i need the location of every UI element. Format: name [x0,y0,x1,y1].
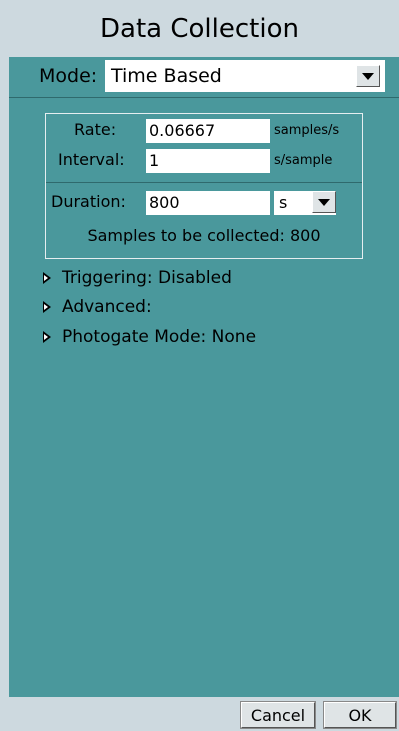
dialog-footer: Cancel OK [0,697,399,731]
panel-divider [46,182,362,183]
photogate-expander[interactable]: Photogate Mode: None [43,327,256,347]
triangle-right-icon [43,272,51,284]
duration-unit-select[interactable]: s [274,191,336,215]
samples-to-collect: Samples to be collected: 800 [87,226,321,245]
interval-unit: s/sample [274,153,333,168]
dialog-title: Data Collection [100,13,299,44]
duration-label: Duration: [51,192,126,211]
chevron-down-icon [318,198,330,206]
triggering-expander[interactable]: Triggering: Disabled [43,268,232,288]
cancel-button[interactable]: Cancel [240,701,316,729]
mode-dropdown-button[interactable] [356,65,380,87]
interval-input[interactable]: 1 [146,149,270,173]
main-panel: Mode: Time Based Rate: 0.06667 samples/s… [9,57,399,697]
mode-label: Mode: [39,65,98,87]
interval-label: Interval: [58,150,125,169]
advanced-expander[interactable]: Advanced: [43,297,152,317]
duration-unit-value: s [279,193,288,212]
ok-button[interactable]: OK [323,701,397,729]
duration-input[interactable]: 800 [146,191,270,215]
mode-row: Mode: Time Based [9,57,399,98]
sampling-settings-panel: Rate: 0.06667 samples/s Interval: 1 s/sa… [45,113,363,259]
photogate-label: Photogate Mode: None [62,327,257,347]
rate-label: Rate: [74,120,117,139]
triggering-label: Triggering: Disabled [62,268,232,288]
advanced-label: Advanced: [62,297,152,317]
duration-unit-dropdown-button[interactable] [312,191,336,213]
mode-select-value: Time Based [111,65,222,87]
triangle-right-icon [43,301,51,313]
triangle-right-icon [43,331,51,343]
rate-input[interactable]: 0.06667 [146,119,270,143]
rate-unit: samples/s [274,123,340,138]
mode-select[interactable]: Time Based [105,60,385,92]
chevron-down-icon [362,72,374,80]
dialog-title-bar: Data Collection [0,0,399,57]
